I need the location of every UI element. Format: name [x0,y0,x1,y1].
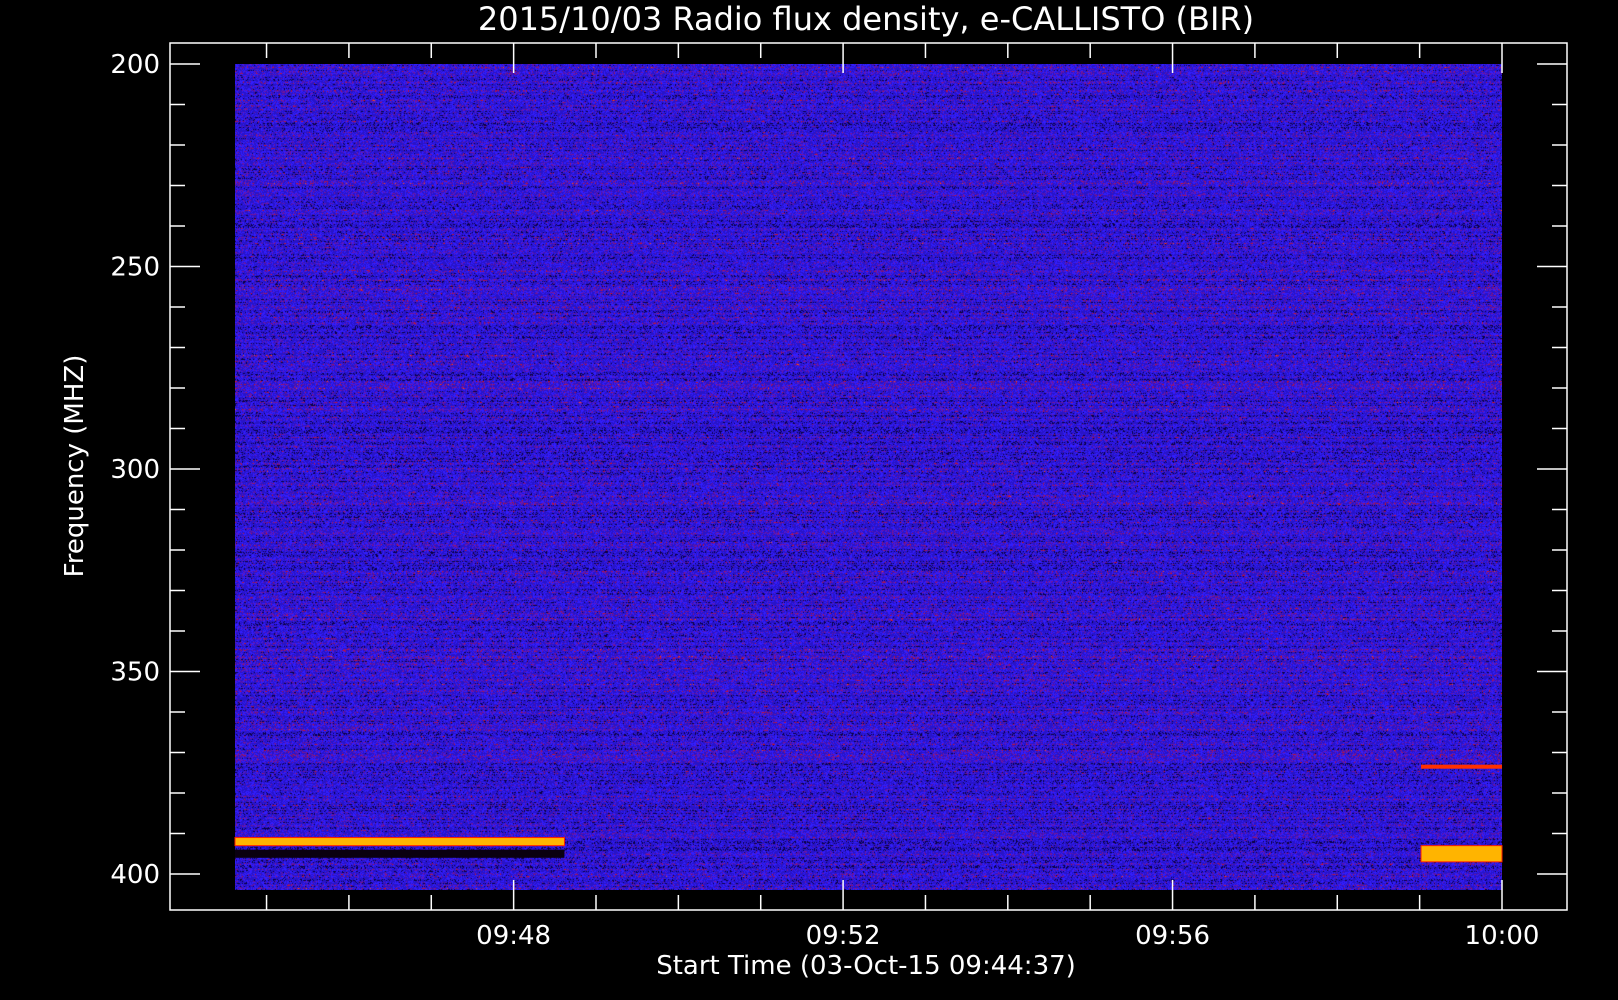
feature-band-3 [1421,764,1502,769]
y-tick-label: 250 [110,253,160,283]
chart-title: 2015/10/03 Radio flux density, e-CALLIST… [478,0,1254,38]
x-tick-label: 09:52 [806,921,881,951]
y-axis-label: Frequency (MHZ) [60,355,90,578]
y-tick-label: 300 [110,455,160,485]
feature-band-2 [1420,845,1503,863]
x-tick-label: 10:00 [1465,921,1540,951]
x-tick-label: 09:48 [476,921,551,951]
spectrogram-image [235,64,1502,890]
y-tick-label: 350 [110,658,160,688]
y-tick-label: 400 [110,860,160,890]
x-axis-label: Start Time (03-Oct-15 09:44:37) [656,951,1076,981]
feature-band-1 [235,849,565,858]
y-tick-label: 200 [110,50,160,80]
spectrogram-chart: 2015/10/03 Radio flux density, e-CALLIST… [0,0,1618,1000]
x-tick-label: 09:56 [1135,921,1210,951]
feature-band-0 [234,837,565,847]
